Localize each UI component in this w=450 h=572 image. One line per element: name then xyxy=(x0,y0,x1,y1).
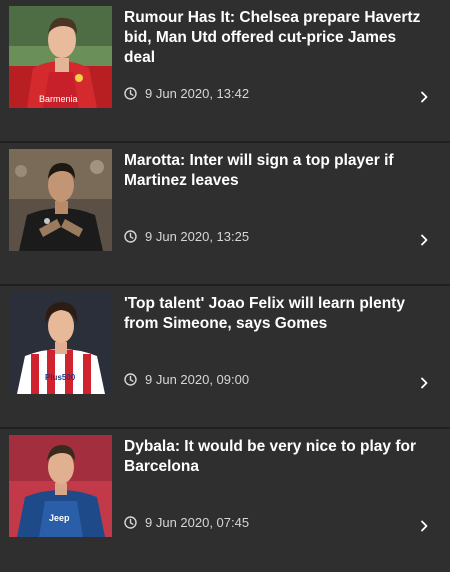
article-headline[interactable]: Marotta: Inter will sign a top player if… xyxy=(124,151,428,191)
article-headline[interactable]: Rumour Has It: Chelsea prepare Havertz b… xyxy=(124,8,428,68)
news-item-dybala[interactable]: Jeep Dybala: It would be very nice to pl… xyxy=(0,429,450,572)
article-timestamp: 9 Jun 2020, 13:25 xyxy=(145,229,250,244)
article-meta: 9 Jun 2020, 13:25 xyxy=(124,229,249,244)
player-photo-felix: Plus500 xyxy=(9,292,112,394)
news-item-felix[interactable]: Plus500 'Top talent' Joao Felix will lea… xyxy=(0,286,450,429)
svg-text:Barmenia: Barmenia xyxy=(39,94,78,104)
clock-icon xyxy=(124,373,137,386)
chevron-right-icon[interactable] xyxy=(420,377,428,389)
article-meta: 9 Jun 2020, 07:45 xyxy=(124,515,249,530)
news-feed: Barmenia Rumour Has It: Chelsea prepare … xyxy=(0,0,450,572)
svg-text:Jeep: Jeep xyxy=(49,513,70,523)
clock-icon xyxy=(124,516,137,529)
article-thumbnail[interactable]: Jeep xyxy=(9,435,112,537)
clock-icon xyxy=(124,87,137,100)
article-meta: 9 Jun 2020, 09:00 xyxy=(124,372,249,387)
article-thumbnail[interactable] xyxy=(9,149,112,251)
svg-text:Plus500: Plus500 xyxy=(45,373,76,382)
article-thumbnail[interactable]: Plus500 xyxy=(9,292,112,394)
player-photo-martinez xyxy=(9,149,112,251)
news-item-havertz[interactable]: Barmenia Rumour Has It: Chelsea prepare … xyxy=(0,0,450,143)
chevron-right-icon[interactable] xyxy=(420,520,428,532)
article-headline[interactable]: 'Top talent' Joao Felix will learn plent… xyxy=(124,294,428,334)
article-timestamp: 9 Jun 2020, 13:42 xyxy=(145,86,250,101)
article-meta: 9 Jun 2020, 13:42 xyxy=(124,86,249,101)
article-timestamp: 9 Jun 2020, 07:45 xyxy=(145,515,250,530)
player-photo-dybala: Jeep xyxy=(9,435,112,537)
player-photo-havertz: Barmenia xyxy=(9,6,112,108)
news-item-martinez[interactable]: Marotta: Inter will sign a top player if… xyxy=(0,143,450,286)
article-timestamp: 9 Jun 2020, 09:00 xyxy=(145,372,250,387)
chevron-right-icon[interactable] xyxy=(420,91,428,103)
article-headline[interactable]: Dybala: It would be very nice to play fo… xyxy=(124,437,428,477)
article-thumbnail[interactable]: Barmenia xyxy=(9,6,112,108)
chevron-right-icon[interactable] xyxy=(420,234,428,246)
clock-icon xyxy=(124,230,137,243)
